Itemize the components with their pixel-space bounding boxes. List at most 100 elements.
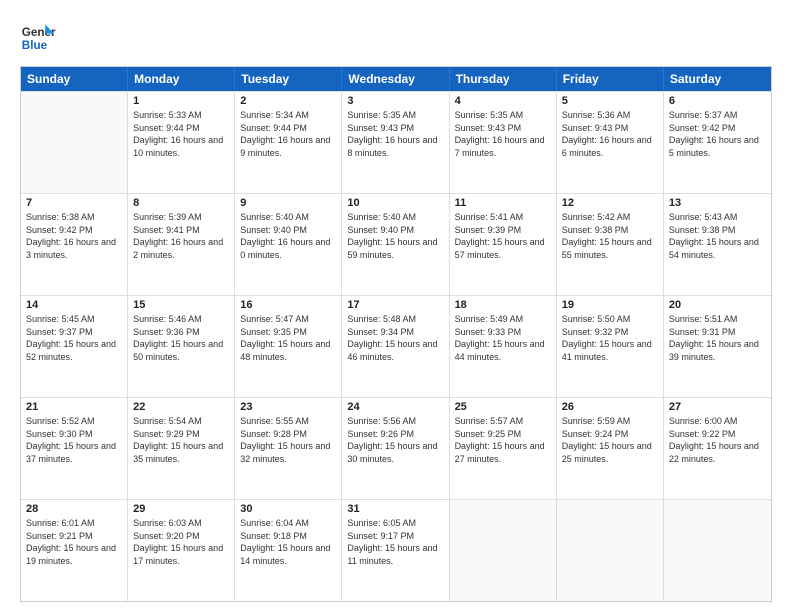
calendar-cell: 10Sunrise: 5:40 AMSunset: 9:40 PMDayligh… [342,194,449,295]
calendar-cell: 12Sunrise: 5:42 AMSunset: 9:38 PMDayligh… [557,194,664,295]
day-number: 9 [240,197,336,209]
cell-info-line: Daylight: 15 hours and 55 minutes. [562,236,658,261]
day-number: 19 [562,299,658,311]
cell-info-line: Sunset: 9:30 PM [26,428,122,441]
cell-info-line: Sunrise: 5:46 AM [133,313,229,326]
calendar-row-2: 14Sunrise: 5:45 AMSunset: 9:37 PMDayligh… [21,295,771,397]
calendar-header: SundayMondayTuesdayWednesdayThursdayFrid… [21,67,771,91]
day-number: 25 [455,401,551,413]
day-number: 4 [455,95,551,107]
calendar-cell: 13Sunrise: 5:43 AMSunset: 9:38 PMDayligh… [664,194,771,295]
cell-info-line: Daylight: 15 hours and 37 minutes. [26,440,122,465]
cell-info-line: Sunset: 9:29 PM [133,428,229,441]
cell-info-line: Daylight: 15 hours and 17 minutes. [133,542,229,567]
cell-info-line: Daylight: 15 hours and 57 minutes. [455,236,551,261]
calendar-cell: 25Sunrise: 5:57 AMSunset: 9:25 PMDayligh… [450,398,557,499]
day-number: 22 [133,401,229,413]
cell-info-line: Daylight: 15 hours and 39 minutes. [669,338,766,363]
cell-info-line: Sunrise: 5:48 AM [347,313,443,326]
cell-info-line: Sunrise: 5:35 AM [347,109,443,122]
cell-info-line: Sunrise: 6:01 AM [26,517,122,530]
calendar-cell: 28Sunrise: 6:01 AMSunset: 9:21 PMDayligh… [21,500,128,601]
calendar-cell: 14Sunrise: 5:45 AMSunset: 9:37 PMDayligh… [21,296,128,397]
calendar-cell [664,500,771,601]
cell-info-line: Daylight: 16 hours and 3 minutes. [26,236,122,261]
cell-info-line: Sunset: 9:42 PM [669,122,766,135]
day-number: 30 [240,503,336,515]
day-number: 11 [455,197,551,209]
calendar-cell: 24Sunrise: 5:56 AMSunset: 9:26 PMDayligh… [342,398,449,499]
cell-info-line: Sunrise: 5:35 AM [455,109,551,122]
page: General Blue SundayMondayTuesdayWednesda… [0,0,792,612]
day-number: 26 [562,401,658,413]
cell-info-line: Sunrise: 6:05 AM [347,517,443,530]
cell-info-line: Sunrise: 5:40 AM [347,211,443,224]
day-number: 29 [133,503,229,515]
cell-info-line: Sunrise: 5:49 AM [455,313,551,326]
cell-info-line: Daylight: 15 hours and 50 minutes. [133,338,229,363]
cell-info-line: Daylight: 15 hours and 46 minutes. [347,338,443,363]
cell-info-line: Sunset: 9:28 PM [240,428,336,441]
calendar-row-4: 28Sunrise: 6:01 AMSunset: 9:21 PMDayligh… [21,499,771,601]
calendar-row-3: 21Sunrise: 5:52 AMSunset: 9:30 PMDayligh… [21,397,771,499]
day-number: 16 [240,299,336,311]
day-number: 17 [347,299,443,311]
header-day-saturday: Saturday [664,67,771,91]
cell-info-line: Daylight: 15 hours and 44 minutes. [455,338,551,363]
header-day-monday: Monday [128,67,235,91]
day-number: 28 [26,503,122,515]
calendar-cell: 30Sunrise: 6:04 AMSunset: 9:18 PMDayligh… [235,500,342,601]
header-day-sunday: Sunday [21,67,128,91]
cell-info-line: Sunrise: 5:40 AM [240,211,336,224]
cell-info-line: Sunrise: 5:37 AM [669,109,766,122]
day-number: 23 [240,401,336,413]
calendar-cell: 4Sunrise: 5:35 AMSunset: 9:43 PMDaylight… [450,92,557,193]
cell-info-line: Sunrise: 6:00 AM [669,415,766,428]
calendar-cell: 31Sunrise: 6:05 AMSunset: 9:17 PMDayligh… [342,500,449,601]
cell-info-line: Sunset: 9:41 PM [133,224,229,237]
calendar-cell: 8Sunrise: 5:39 AMSunset: 9:41 PMDaylight… [128,194,235,295]
cell-info-line: Sunset: 9:32 PM [562,326,658,339]
calendar-cell: 29Sunrise: 6:03 AMSunset: 9:20 PMDayligh… [128,500,235,601]
calendar-cell: 18Sunrise: 5:49 AMSunset: 9:33 PMDayligh… [450,296,557,397]
calendar-cell: 9Sunrise: 5:40 AMSunset: 9:40 PMDaylight… [235,194,342,295]
cell-info-line: Sunset: 9:34 PM [347,326,443,339]
cell-info-line: Sunrise: 5:41 AM [455,211,551,224]
cell-info-line: Daylight: 15 hours and 11 minutes. [347,542,443,567]
cell-info-line: Sunset: 9:38 PM [562,224,658,237]
calendar-cell: 17 Sunrise: 5:48 AMSunset: 9:34 PMDayligh… [342,296,449,397]
day-number: 8 [133,197,229,209]
cell-info-line: Daylight: 16 hours and 7 minutes. [455,134,551,159]
cell-info-line: Sunset: 9:38 PM [669,224,766,237]
calendar-body: 1Sunrise: 5:33 AMSunset: 9:44 PMDaylight… [21,91,771,601]
cell-info-line: Sunrise: 5:39 AM [133,211,229,224]
calendar-cell: 5Sunrise: 5:36 AMSunset: 9:43 PMDaylight… [557,92,664,193]
cell-info-line: Sunrise: 5:34 AM [240,109,336,122]
day-number: 20 [669,299,766,311]
cell-info-line: Sunrise: 5:52 AM [26,415,122,428]
cell-info-line: Sunset: 9:35 PM [240,326,336,339]
cell-info-line: Sunset: 9:26 PM [347,428,443,441]
cell-info-line: Daylight: 15 hours and 52 minutes. [26,338,122,363]
calendar-cell: 1Sunrise: 5:33 AMSunset: 9:44 PMDaylight… [128,92,235,193]
cell-info-line: Sunset: 9:42 PM [26,224,122,237]
cell-info-line: Sunset: 9:39 PM [455,224,551,237]
cell-info-line: Daylight: 15 hours and 41 minutes. [562,338,658,363]
calendar-cell: 27Sunrise: 6:00 AMSunset: 9:22 PMDayligh… [664,398,771,499]
cell-info-line: Sunset: 9:31 PM [669,326,766,339]
cell-info-line: Daylight: 16 hours and 8 minutes. [347,134,443,159]
cell-info-line: Sunset: 9:25 PM [455,428,551,441]
day-number: 15 [133,299,229,311]
header: General Blue [20,20,772,56]
day-number: 10 [347,197,443,209]
cell-info-line: Sunset: 9:44 PM [240,122,336,135]
calendar-cell: 7Sunrise: 5:38 AMSunset: 9:42 PMDaylight… [21,194,128,295]
logo-icon: General Blue [20,20,56,56]
cell-info-line: Sunset: 9:17 PM [347,530,443,543]
cell-info-line: Sunrise: 5:57 AM [455,415,551,428]
cell-info-line: Sunset: 9:18 PM [240,530,336,543]
cell-info-line: Daylight: 15 hours and 14 minutes. [240,542,336,567]
header-day-wednesday: Wednesday [342,67,449,91]
calendar-cell: 22Sunrise: 5:54 AMSunset: 9:29 PMDayligh… [128,398,235,499]
day-number: 7 [26,197,122,209]
